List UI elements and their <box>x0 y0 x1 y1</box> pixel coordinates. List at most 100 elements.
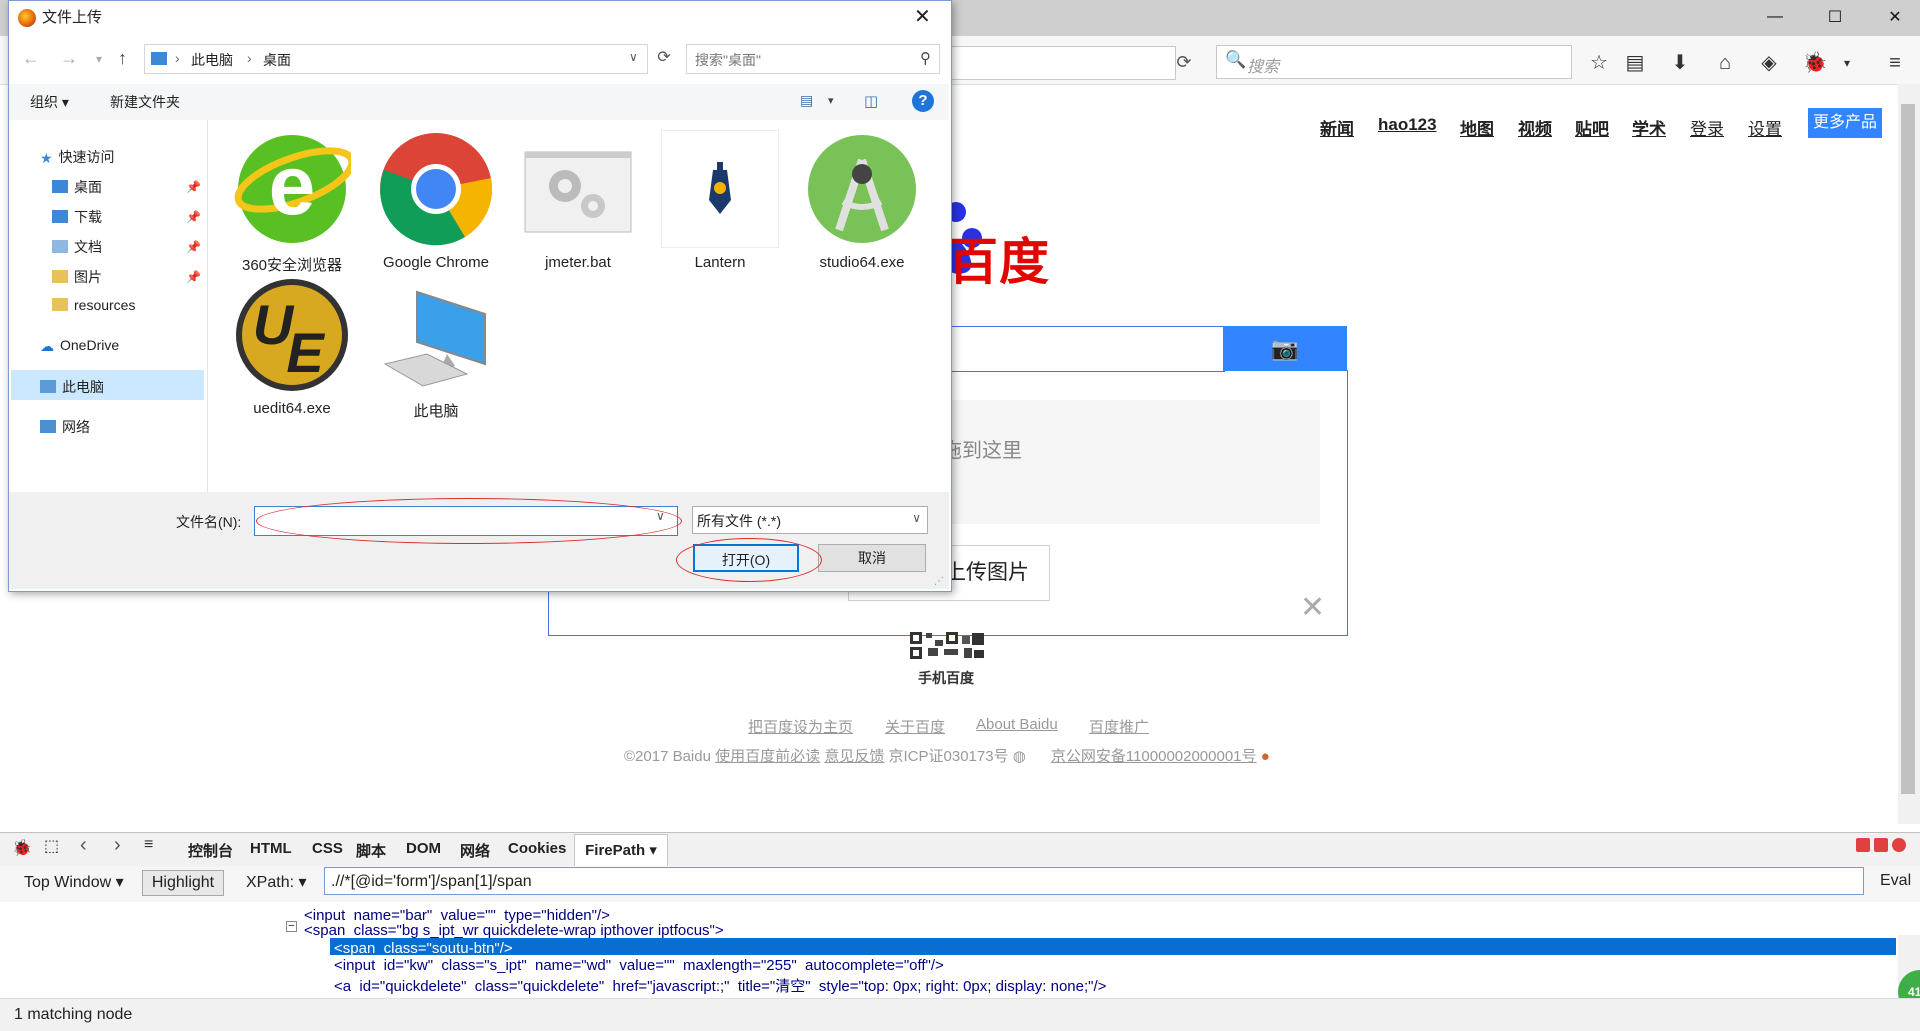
code-line[interactable]: <input id="kw" class="s_ipt" name="wd" v… <box>334 957 944 974</box>
organize-menu-button[interactable]: 组织 ▾ <box>30 92 69 112</box>
close-icon[interactable]: ✕ <box>1300 590 1325 625</box>
browser-search-input[interactable]: 🔍 搜索 <box>1216 45 1572 79</box>
view-chevron-icon[interactable]: ▾ <box>828 94 834 107</box>
command-line-icon[interactable]: ≡ <box>144 836 153 854</box>
nav-link-hao123[interactable]: hao123 <box>1378 115 1437 135</box>
pin-icon[interactable]: 📌 <box>186 270 201 284</box>
inspect-element-icon[interactable]: ⬚ <box>44 836 59 856</box>
more-products-button[interactable]: 更多产品 <box>1808 108 1882 138</box>
reading-list-icon[interactable]: ▤ <box>1620 50 1650 76</box>
firebug-bug-icon[interactable]: 🐞 <box>12 838 32 858</box>
close-icon[interactable]: ✕ <box>914 4 931 29</box>
nav-link-video[interactable]: 视频 <box>1518 115 1552 140</box>
file-item[interactable]: e 360安全浏览器 <box>226 130 358 275</box>
nav-link-news[interactable]: 新闻 <box>1320 115 1354 140</box>
file-item[interactable]: U E uedit64.exe <box>226 276 358 417</box>
nav-network[interactable]: 网络 <box>40 417 90 437</box>
footer-link-police-record[interactable]: 京公网安备11000002000001号 <box>1051 748 1257 765</box>
back-arrow-icon[interactable]: ← <box>22 48 40 69</box>
pane-divider[interactable] <box>207 120 208 492</box>
nav-desktop[interactable]: 桌面 <box>52 177 102 197</box>
eval-button[interactable]: Eval <box>1880 872 1911 890</box>
footer-link-terms[interactable]: 使用百度前必读 <box>715 748 820 765</box>
firebug-detach-icon[interactable] <box>1874 838 1888 852</box>
minimize-button[interactable]: — <box>1752 0 1798 34</box>
nav-onedrive[interactable]: ☁ OneDrive <box>40 337 119 354</box>
highlight-button[interactable]: Highlight <box>142 870 224 896</box>
xpath-input[interactable]: .//*[@id='form']/span[1]/span <box>324 867 1864 895</box>
firebug-icon[interactable]: 🐞 <box>1800 50 1830 76</box>
new-folder-button[interactable]: 新建文件夹 <box>110 92 180 112</box>
url-bar[interactable] <box>935 46 1176 80</box>
file-item[interactable]: studio64.exe <box>796 130 928 271</box>
up-arrow-icon[interactable]: ↑ <box>118 48 127 69</box>
address-breadcrumb[interactable]: › 此电脑 › 桌面 ∨ <box>144 44 648 74</box>
pocket-icon[interactable]: ◈ <box>1754 50 1784 76</box>
footer-link-about-en[interactable]: About Baidu <box>976 716 1058 733</box>
home-icon[interactable]: ⌂ <box>1710 50 1740 76</box>
pin-icon[interactable]: 📌 <box>186 180 201 194</box>
menu-hamburger-icon[interactable]: ≡ <box>1880 50 1910 76</box>
nav-downloads[interactable]: 下载 <box>52 207 102 227</box>
close-window-button[interactable]: ✕ <box>1872 0 1918 34</box>
footer-link-feedback[interactable]: 意见反馈 <box>824 748 884 765</box>
tab-cookies[interactable]: Cookies <box>508 840 566 857</box>
nav-link-map[interactable]: 地图 <box>1460 115 1494 140</box>
tab-firepath[interactable]: FirePath ▾ <box>574 834 668 867</box>
cancel-button[interactable]: 取消 <box>818 544 926 572</box>
nav-resources[interactable]: resources <box>52 297 135 313</box>
breadcrumb-desktop[interactable]: 桌面 <box>263 50 291 70</box>
path-dropdown-chevron-icon[interactable]: ∨ <box>629 50 638 64</box>
forward-arrow-icon[interactable]: → <box>60 48 78 69</box>
download-icon[interactable]: ⬇ <box>1665 50 1695 76</box>
nav-pictures[interactable]: 图片 <box>52 267 102 287</box>
tab-dom[interactable]: DOM <box>406 840 441 857</box>
bookmark-star-icon[interactable]: ☆ <box>1584 50 1614 76</box>
nav-this-pc[interactable]: 此电脑 <box>40 377 104 397</box>
breadcrumb-this-pc[interactable]: 此电脑 <box>191 50 233 70</box>
view-options-icon[interactable]: ▤ <box>800 92 813 109</box>
pin-icon[interactable]: 📌 <box>186 210 201 224</box>
file-type-select[interactable]: 所有文件 (*.*) ∨ <box>692 506 928 534</box>
tab-network[interactable]: 网络 <box>460 840 490 861</box>
tab-console[interactable]: 控制台 <box>188 840 233 861</box>
forward-icon[interactable]: › <box>114 834 121 857</box>
folder-search-input[interactable]: 搜索"桌面" ⚲ <box>686 44 940 74</box>
preview-pane-icon[interactable]: ◫ <box>864 92 878 110</box>
tab-html[interactable]: HTML <box>250 840 292 857</box>
page-scrollbar[interactable] <box>1898 84 1920 824</box>
collapse-toggle-icon[interactable]: − <box>286 921 297 932</box>
top-window-dropdown[interactable]: Top Window ▾ <box>24 872 124 892</box>
recent-locations-chevron-icon[interactable]: ▾ <box>96 52 102 66</box>
back-icon[interactable]: ‹ <box>80 834 87 857</box>
code-line[interactable]: <a id="quickdelete" class="quickdelete" … <box>334 975 1106 996</box>
file-item[interactable]: Google Chrome <box>370 130 502 271</box>
resize-grip-icon[interactable]: ⋰ <box>934 576 944 587</box>
refresh-icon[interactable]: ⟳ <box>652 44 676 72</box>
nav-link-xueshu[interactable]: 学术 <box>1632 115 1666 140</box>
code-line[interactable]: <span class="bg s_ipt_wr quickdelete-wra… <box>304 922 724 939</box>
file-item[interactable]: jmeter.bat <box>512 130 644 271</box>
pin-icon[interactable]: 📌 <box>186 240 201 254</box>
baidu-search-input[interactable] <box>948 326 1225 372</box>
nav-link-settings[interactable]: 设置 <box>1748 115 1782 140</box>
tab-script[interactable]: 脚本 <box>356 840 386 861</box>
firebug-menu-chevron-icon[interactable]: ▾ <box>1832 50 1862 76</box>
xpath-dropdown[interactable]: XPath: ▾ <box>246 872 307 892</box>
tab-css[interactable]: CSS <box>312 840 343 857</box>
firebug-close-icon[interactable] <box>1892 838 1906 852</box>
footer-link-about[interactable]: 关于百度 <box>885 716 945 737</box>
code-line-selected[interactable]: <span class="soutu-btn"/> <box>334 940 513 957</box>
file-item[interactable]: 此电脑 <box>370 276 502 421</box>
reload-icon[interactable]: ⟳ <box>1170 52 1198 74</box>
nav-link-tieba[interactable]: 贴吧 <box>1575 115 1609 140</box>
nav-quick-access[interactable]: ★ 快速访问 <box>40 147 115 167</box>
maximize-button[interactable]: ☐ <box>1812 0 1858 34</box>
camera-icon[interactable]: 📷 <box>1223 326 1347 371</box>
file-item[interactable]: Lantern <box>654 129 786 271</box>
firebug-minimize-icon[interactable] <box>1856 838 1870 852</box>
footer-link-promotion[interactable]: 百度推广 <box>1089 716 1149 737</box>
help-icon[interactable]: ? <box>912 90 934 112</box>
nav-link-login[interactable]: 登录 <box>1690 115 1724 140</box>
nav-documents[interactable]: 文档 <box>52 237 102 257</box>
